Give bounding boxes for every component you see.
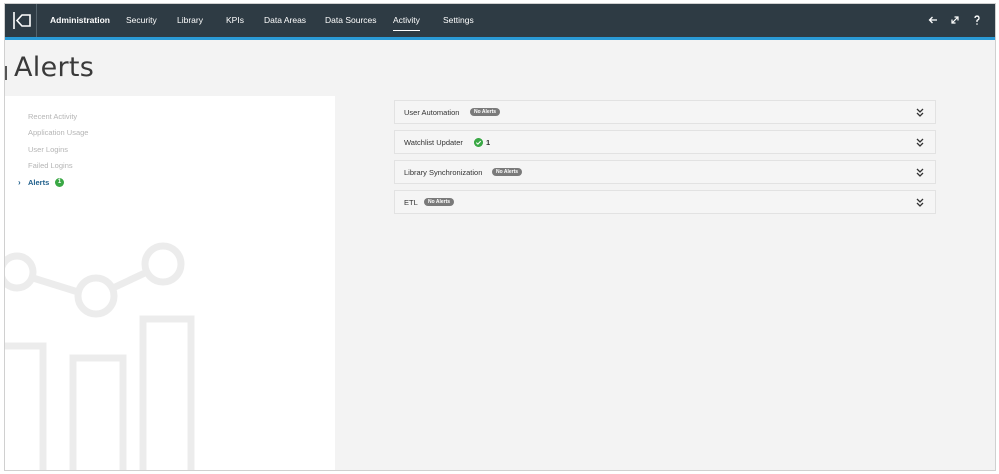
- page-title: Alerts: [14, 52, 95, 83]
- double-chevron-down-icon[interactable]: [916, 198, 924, 207]
- chevron-right-icon: ›: [18, 178, 21, 187]
- no-alerts-badge: No Alerts: [470, 108, 501, 116]
- chart-watermark-icon: [5, 242, 195, 470]
- alert-count: 1: [486, 138, 491, 147]
- alerts-count-badge: 1: [55, 178, 64, 187]
- back-arrow-icon[interactable]: [927, 14, 939, 26]
- logo-divider: [36, 4, 37, 37]
- nav-security[interactable]: Security: [126, 4, 157, 37]
- app-logo-icon[interactable]: [11, 10, 33, 31]
- alert-card-etl[interactable]: ETL No Alerts: [394, 190, 936, 214]
- double-chevron-down-icon[interactable]: [916, 138, 924, 147]
- activity-sidebar: Recent Activity Application Usage User L…: [5, 96, 335, 470]
- expand-icon[interactable]: [949, 14, 961, 26]
- app-window: Administration Security Library KPIs Dat…: [5, 4, 995, 470]
- sidebar-item-alerts[interactable]: Alerts: [28, 178, 49, 187]
- nav-data-sources[interactable]: Data Sources: [325, 4, 377, 37]
- nav-activity[interactable]: Activity: [393, 4, 420, 37]
- title-marker: [5, 66, 7, 80]
- sidebar-item-failed-logins[interactable]: Failed Logins: [28, 161, 73, 170]
- sidebar-item-application-usage[interactable]: Application Usage: [28, 128, 88, 137]
- nav-data-areas[interactable]: Data Areas: [264, 4, 306, 37]
- alert-card-user-automation[interactable]: User Automation No Alerts: [394, 100, 936, 124]
- alert-card-library-synchronization[interactable]: Library Synchronization No Alerts: [394, 160, 936, 184]
- check-circle-icon: [474, 138, 483, 147]
- sidebar-item-recent-activity[interactable]: Recent Activity: [28, 112, 77, 121]
- no-alerts-badge: No Alerts: [424, 198, 455, 206]
- nav-administration[interactable]: Administration: [50, 4, 110, 37]
- nav-library[interactable]: Library: [177, 4, 203, 37]
- double-chevron-down-icon[interactable]: [916, 168, 924, 177]
- alert-card-title: ETL: [404, 198, 418, 207]
- nav-kpis[interactable]: KPIs: [226, 4, 244, 37]
- nav-settings[interactable]: Settings: [443, 4, 474, 37]
- alert-card-watchlist-updater[interactable]: Watchlist Updater 1: [394, 130, 936, 154]
- top-nav-bar: Administration Security Library KPIs Dat…: [5, 4, 995, 40]
- alert-card-title: Library Synchronization: [404, 168, 483, 177]
- no-alerts-badge: No Alerts: [492, 168, 523, 176]
- alert-card-title: User Automation: [404, 108, 460, 117]
- help-icon[interactable]: [971, 14, 983, 26]
- double-chevron-down-icon[interactable]: [916, 108, 924, 117]
- alert-card-title: Watchlist Updater: [404, 138, 463, 147]
- sidebar-item-user-logins[interactable]: User Logins: [28, 145, 68, 154]
